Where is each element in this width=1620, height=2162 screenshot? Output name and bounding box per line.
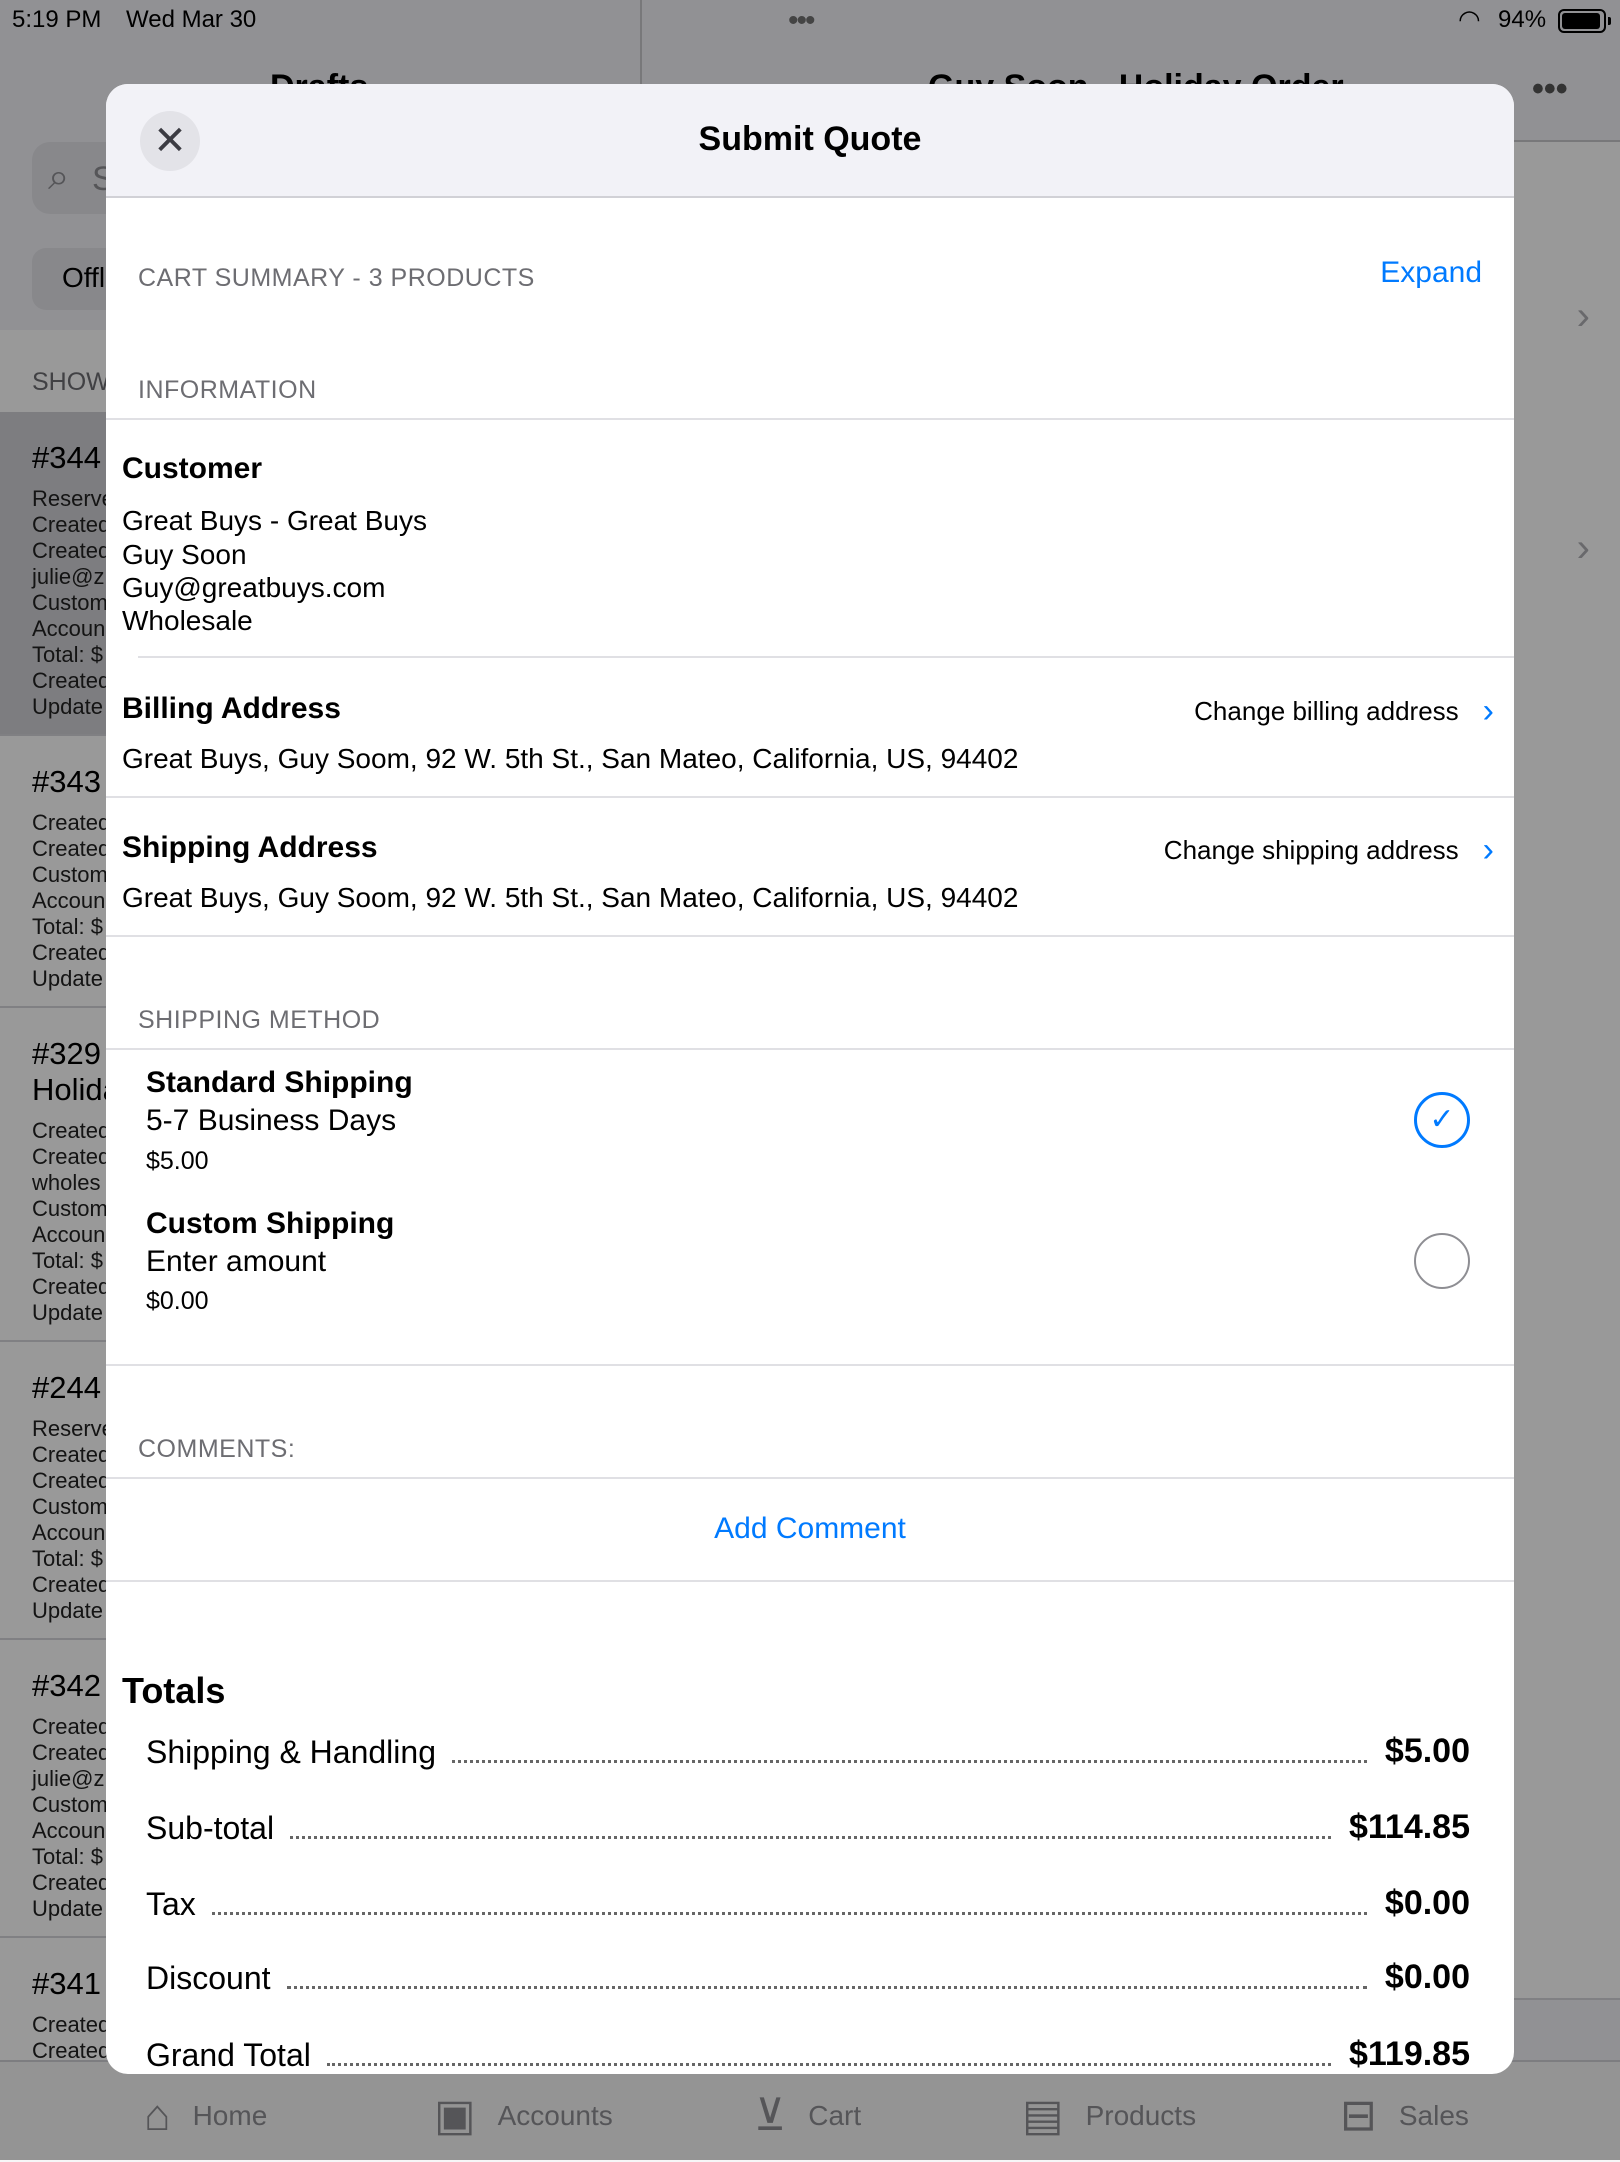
checkmark-icon: ✓ — [1429, 1103, 1455, 1136]
multitasking-dots-icon[interactable]: ••• — [788, 4, 815, 38]
change-billing-address-link[interactable]: Change billing address › — [1194, 692, 1494, 731]
status-bar: 5:19 PM Wed Mar 30 ••• ◠ 94% — [0, 0, 1620, 40]
shipping-address-text: Great Buys, Guy Soom, 92 W. 5th St., San… — [122, 882, 1019, 913]
chevron-right-icon: › — [1482, 831, 1494, 869]
information-label: INFORMATION — [138, 376, 317, 404]
divider — [106, 1048, 1514, 1050]
expand-button[interactable]: Expand — [1380, 256, 1482, 290]
status-time: 5:19 PM — [12, 6, 102, 33]
shipping-method-label: SHIPPING METHOD — [138, 1006, 381, 1034]
total-row-discount: Discount $0.00 — [146, 1958, 1470, 1996]
submit-quote-modal: ✕ Submit Quote CART SUMMARY - 3 PRODUCTS… — [106, 84, 1514, 2074]
shipping-option-name: Custom Shipping — [146, 1207, 395, 1240]
customer-company: Great Buys - Great Buys — [122, 505, 427, 536]
total-row-grand-total: Grand Total $119.85 — [146, 2035, 1470, 2073]
modal-title: Submit Quote — [698, 120, 922, 158]
customer-name: Guy Soon — [122, 539, 247, 570]
shipping-option-radio-custom[interactable] — [1414, 1233, 1470, 1289]
battery-icon — [1558, 9, 1611, 33]
customer-price-level: Wholesale — [122, 605, 253, 636]
shipping-option-description: 5-7 Business Days — [146, 1104, 397, 1137]
wifi-icon: ◠ — [1458, 4, 1481, 34]
modal-header: ✕ Submit Quote — [106, 84, 1514, 198]
add-comment-button[interactable]: Add Comment — [106, 1512, 1514, 1546]
change-shipping-address-link[interactable]: Change shipping address › — [1164, 831, 1494, 870]
totals-title: Totals — [122, 1670, 226, 1711]
divider — [106, 1580, 1514, 1582]
customer-title: Customer — [122, 452, 263, 485]
divider — [106, 935, 1514, 937]
shipping-option-name: Standard Shipping — [146, 1066, 413, 1099]
shipping-option-radio-standard[interactable]: ✓ — [1414, 1092, 1470, 1148]
billing-address-text: Great Buys, Guy Soom, 92 W. 5th St., San… — [122, 743, 1019, 774]
total-row-subtotal: Sub-total $114.85 — [146, 1808, 1470, 1846]
divider — [138, 656, 1514, 658]
comments-label: COMMENTS: — [138, 1435, 296, 1463]
billing-address-title: Billing Address — [122, 692, 341, 725]
divider — [106, 796, 1514, 798]
shipping-option-description: Enter amount — [146, 1245, 327, 1278]
customer-email: Guy@greatbuys.com — [122, 572, 386, 603]
battery-percent: 94% — [1498, 6, 1547, 33]
divider — [106, 418, 1514, 420]
total-row-shipping: Shipping & Handling $5.00 — [146, 1732, 1470, 1770]
shipping-address-title: Shipping Address — [122, 831, 378, 864]
total-row-tax: Tax $0.00 — [146, 1884, 1470, 1922]
status-date: Wed Mar 30 — [126, 6, 257, 33]
shipping-option-price: $5.00 — [146, 1147, 209, 1175]
shipping-option-price: $0.00 — [146, 1287, 209, 1315]
chevron-right-icon: › — [1482, 692, 1494, 730]
divider — [106, 1477, 1514, 1479]
divider — [106, 1364, 1514, 1366]
cart-summary-label: CART SUMMARY - 3 PRODUCTS — [138, 264, 535, 292]
